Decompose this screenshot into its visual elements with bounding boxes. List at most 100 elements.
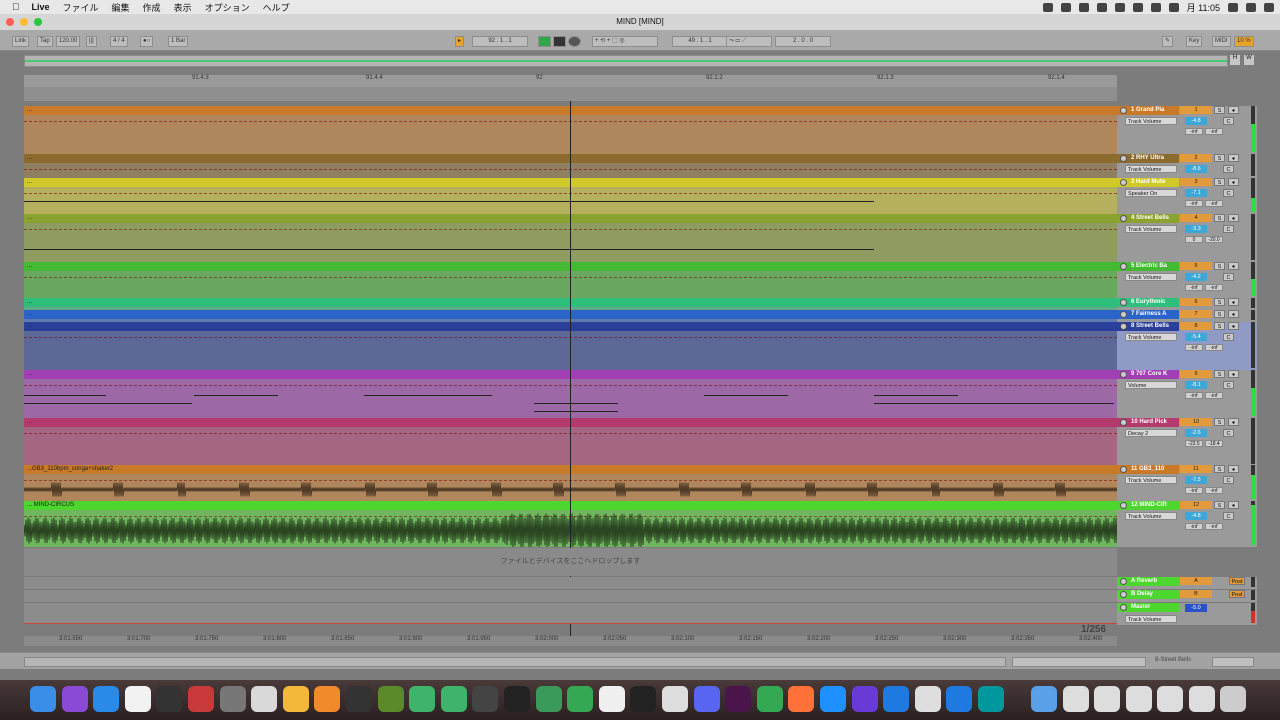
menu-options[interactable]: オプション xyxy=(205,1,250,14)
dock-icon-trash[interactable] xyxy=(1220,686,1246,712)
time-ruler[interactable]: 3:01:550 3:01:700 3:01:750 3:01:800 3:01:850… xyxy=(24,636,1117,646)
dock-icon-obs[interactable] xyxy=(156,686,183,712)
clock[interactable]: 月 11:05 xyxy=(1187,1,1220,14)
automation-chooser[interactable]: Track Volume xyxy=(1125,225,1177,233)
dock-icon-dock[interactable] xyxy=(1062,686,1089,712)
volume-icon[interactable] xyxy=(1150,2,1161,12)
solo-button[interactable]: S xyxy=(1214,465,1225,473)
arm-button[interactable]: ● xyxy=(1228,465,1239,473)
arm-button[interactable]: ● xyxy=(1228,418,1239,426)
metronome-toggle[interactable]: ●○ xyxy=(140,36,154,47)
solo-button[interactable]: S xyxy=(1214,418,1225,426)
midi-note[interactable] xyxy=(704,395,788,396)
dock-icon-prefs[interactable] xyxy=(219,686,246,712)
solo-button[interactable]: S xyxy=(1214,106,1225,114)
arm-button[interactable]: ● xyxy=(1228,370,1239,378)
automation-chooser[interactable]: Volume xyxy=(1125,381,1177,389)
track-activator[interactable]: 1 xyxy=(1180,106,1212,114)
solo-button[interactable]: S xyxy=(1214,298,1225,306)
loop-strip[interactable] xyxy=(24,87,1117,101)
record-icon[interactable] xyxy=(1042,2,1053,12)
automation-chooser[interactable]: Track Volume xyxy=(1125,273,1177,281)
track-activator[interactable]: 5 xyxy=(1180,262,1212,270)
track-fold-icon[interactable] xyxy=(1120,604,1127,611)
pan-knob[interactable]: C xyxy=(1223,512,1234,520)
close-window-button[interactable] xyxy=(6,18,14,26)
dock-icon-live[interactable] xyxy=(440,686,467,712)
track-activator[interactable]: 10 xyxy=(1180,418,1212,426)
menu-edit[interactable]: 編集 xyxy=(112,1,130,14)
midi-note[interactable] xyxy=(364,395,492,396)
dock-icon-star[interactable] xyxy=(851,686,878,712)
dock-icon-notes[interactable] xyxy=(630,686,657,712)
dropbox-icon[interactable] xyxy=(1096,2,1107,12)
arrangement-overview[interactable] xyxy=(24,55,1228,67)
automation-chooser[interactable]: Speaker On xyxy=(1125,189,1177,197)
dock-icon-app-store[interactable] xyxy=(93,686,120,712)
tempo-field[interactable]: 120.00 xyxy=(56,36,81,47)
dock-icon-logic[interactable] xyxy=(535,686,562,712)
track-activator[interactable]: 7 xyxy=(1180,310,1212,318)
draw-pencil-icon[interactable]: ✎ xyxy=(1162,36,1174,47)
dock-icon-firefox[interactable] xyxy=(788,686,815,712)
overview-h-button[interactable]: H xyxy=(1230,55,1240,65)
track-fold-icon[interactable] xyxy=(1120,591,1127,598)
apple-icon[interactable]:  xyxy=(12,2,20,13)
pan-knob[interactable]: C xyxy=(1223,476,1234,484)
return-activator[interactable]: B xyxy=(1180,590,1212,598)
return-lane-a[interactable] xyxy=(24,577,1117,590)
track-fold-icon[interactable] xyxy=(1120,107,1127,114)
bluetooth-icon[interactable] xyxy=(1114,2,1125,12)
notification-center-icon[interactable] xyxy=(1264,2,1274,12)
user-avatar-icon[interactable] xyxy=(1246,2,1256,12)
pan-knob[interactable]: C xyxy=(1223,381,1234,389)
link-button[interactable]: Link xyxy=(12,36,30,47)
volume-field[interactable]: -7.1 xyxy=(1185,189,1207,197)
automation-chooser[interactable]: Track Volume xyxy=(1125,615,1177,623)
metronome-icon[interactable]: ||| xyxy=(86,36,97,47)
dock-icon-live[interactable] xyxy=(472,686,499,712)
menu-file[interactable]: ファイル xyxy=(63,1,99,14)
creative-cloud-icon[interactable] xyxy=(1078,2,1089,12)
pan-knob[interactable]: C xyxy=(1223,189,1234,197)
zoom-window-button[interactable] xyxy=(34,18,42,26)
time-signature-field[interactable]: 4 / 4 xyxy=(110,36,128,47)
dock-icon-finder[interactable] xyxy=(30,686,56,712)
volume-field[interactable]: -4.8 xyxy=(1185,512,1207,520)
loop-start-field[interactable]: 49 . 1 . 1 xyxy=(672,36,728,47)
quantization-menu[interactable]: 1 Bar xyxy=(168,36,189,47)
menu-create[interactable]: 作成 xyxy=(143,1,161,14)
pan-knob[interactable]: C xyxy=(1223,333,1234,341)
arm-button[interactable]: ● xyxy=(1228,214,1239,222)
track-activator[interactable]: 4 xyxy=(1180,214,1212,222)
track-fold-icon[interactable] xyxy=(1120,299,1127,306)
track-fold-icon[interactable] xyxy=(1120,215,1127,222)
arm-button[interactable]: ● xyxy=(1228,154,1239,162)
midi-note[interactable] xyxy=(874,395,958,396)
dock-icon-photos[interactable] xyxy=(282,686,309,712)
return-lane-b[interactable] xyxy=(24,590,1117,603)
track-fold-icon[interactable] xyxy=(1120,323,1127,330)
dock-icon-arduino[interactable] xyxy=(978,686,1004,712)
dock-icon-live[interactable] xyxy=(409,686,436,712)
midi-note[interactable] xyxy=(534,403,618,404)
solo-button[interactable]: S xyxy=(1214,322,1225,330)
dock-icon-dock[interactable] xyxy=(1094,686,1120,712)
pan-knob[interactable]: C xyxy=(1223,165,1234,173)
pan-knob[interactable]: C xyxy=(1223,429,1234,437)
loop-length-field[interactable]: 2 . 0 . 0 xyxy=(775,36,831,47)
wifi-icon[interactable] xyxy=(1132,2,1143,12)
dock-icon-chrome[interactable] xyxy=(567,686,594,712)
clip-overview[interactable] xyxy=(1012,657,1146,667)
overdub-controls[interactable]: + ⟲ + ⬚ ◎ xyxy=(592,36,658,47)
track-fold-icon[interactable] xyxy=(1120,419,1127,426)
post-button[interactable]: Post xyxy=(1229,577,1245,585)
dock-icon-calendar[interactable] xyxy=(124,686,151,712)
automation-chooser[interactable]: Decay 2 xyxy=(1125,429,1177,437)
dock-icon-slack[interactable] xyxy=(725,686,752,712)
automation-chooser[interactable]: Track Volume xyxy=(1125,165,1177,173)
midi-note[interactable] xyxy=(874,403,1114,404)
track-fold-icon[interactable] xyxy=(1120,155,1127,162)
dock-icon-discord[interactable] xyxy=(693,686,720,712)
arm-button[interactable]: ● xyxy=(1228,298,1239,306)
